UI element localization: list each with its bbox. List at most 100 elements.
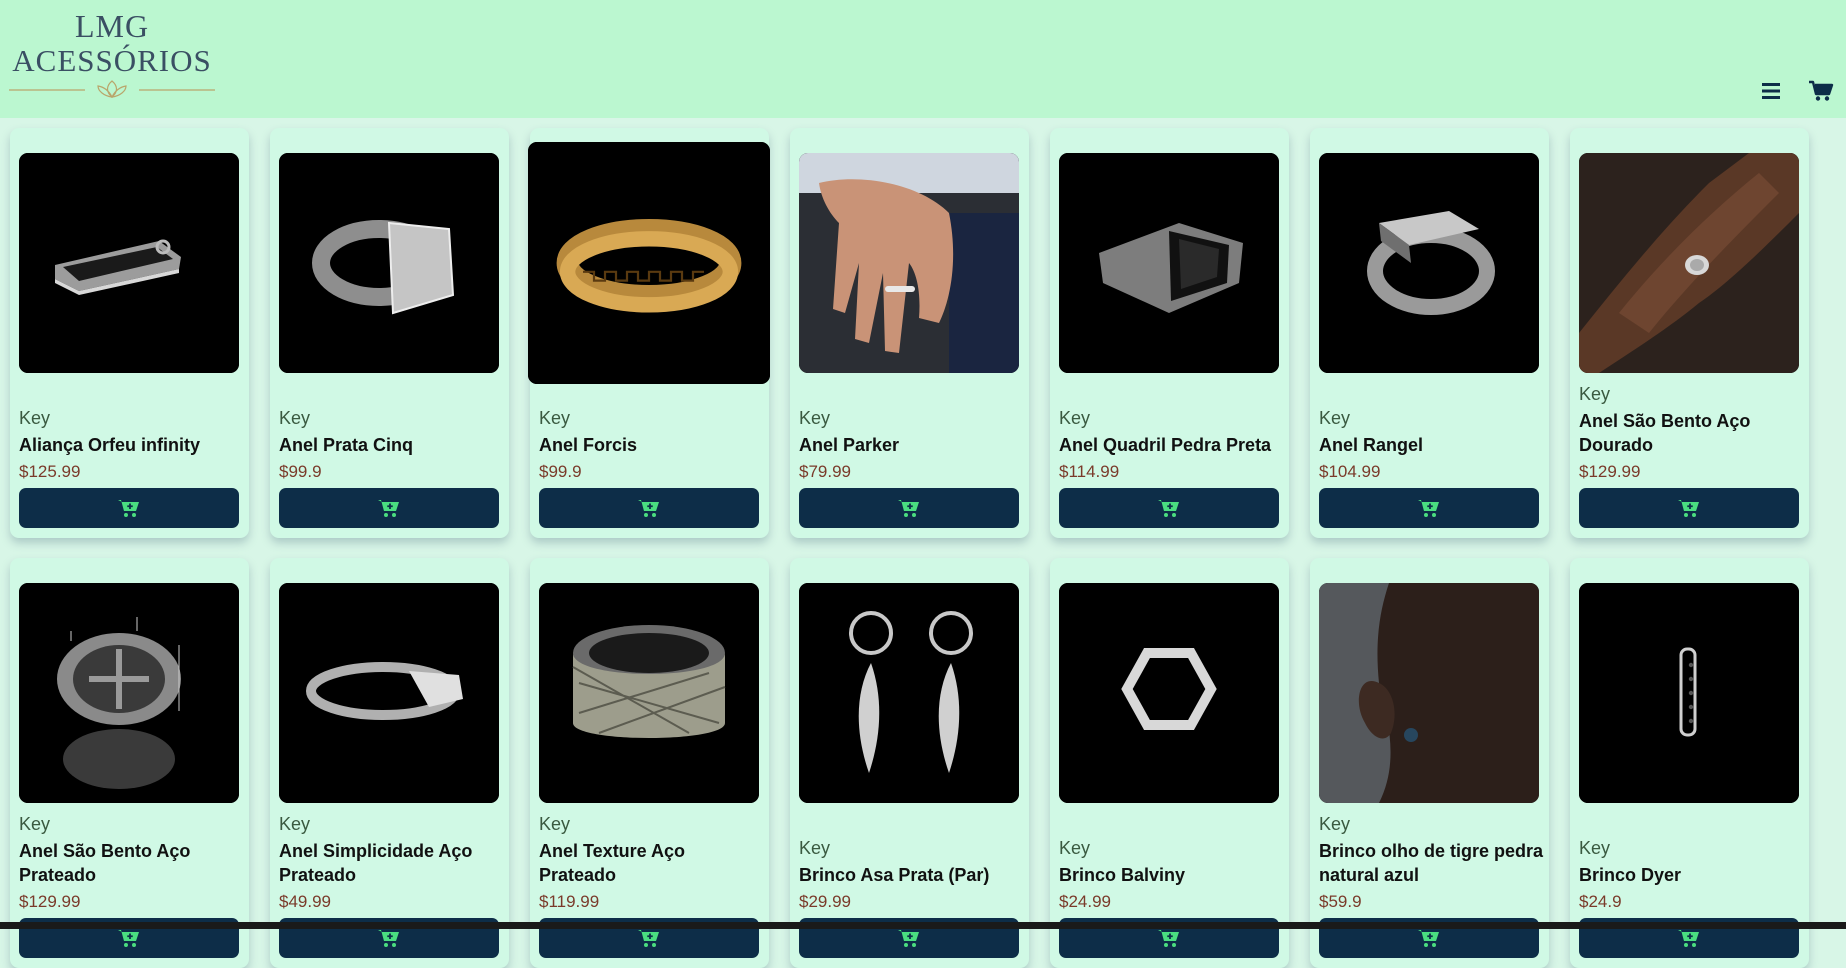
add-to-cart-icon	[638, 930, 659, 947]
product-price: $29.99	[799, 892, 851, 911]
product-price: $99.9	[539, 462, 582, 481]
product-image[interactable]	[1579, 583, 1799, 803]
ring-band-icon	[279, 583, 499, 803]
product-image[interactable]	[528, 142, 770, 384]
product-image[interactable]	[1059, 583, 1279, 803]
product-brand: Key	[799, 408, 831, 428]
add-to-cart-button[interactable]	[279, 488, 499, 528]
product-card[interactable]: Key Anel Parker $79.99	[790, 128, 1029, 538]
hamburger-menu-icon[interactable]	[1760, 81, 1782, 101]
product-image[interactable]	[279, 583, 499, 803]
bottom-edge-bar	[0, 922, 1846, 929]
textured-ring-icon	[539, 583, 759, 803]
product-price: $129.99	[19, 892, 81, 911]
medal-ring-icon	[19, 583, 239, 803]
product-image[interactable]	[19, 583, 239, 803]
product-name[interactable]: Aliança Orfeu infinity	[19, 433, 244, 457]
add-to-cart-icon	[1418, 930, 1439, 947]
product-name[interactable]: Anel Simplicidade Aço Prateado	[279, 839, 504, 887]
add-to-cart-icon	[118, 930, 139, 947]
product-price: $24.99	[1059, 892, 1111, 911]
signet-ring-icon	[1319, 153, 1539, 373]
product-card[interactable]: Key Anel Simplicidade Aço Prateado $49.9…	[270, 558, 509, 968]
product-image[interactable]	[539, 583, 759, 803]
product-price: $99.9	[279, 462, 322, 481]
logo-line2: ACESSÓRIOS	[12, 43, 212, 78]
product-card[interactable]: Key Brinco olho de tigre pedra natural a…	[1310, 558, 1549, 968]
add-to-cart-button[interactable]	[539, 488, 759, 528]
add-to-cart-icon	[378, 500, 399, 517]
product-price: $79.99	[799, 462, 851, 481]
product-name[interactable]: Brinco Balviny	[1059, 863, 1284, 887]
product-name[interactable]: Anel Quadril Pedra Preta	[1059, 433, 1284, 457]
product-card[interactable]: Key Brinco Balviny $24.99	[1050, 558, 1289, 968]
product-name[interactable]: Anel Prata Cinq	[279, 433, 504, 457]
add-to-cart-icon	[1678, 930, 1699, 947]
product-image[interactable]	[799, 153, 1019, 373]
gold-ring-icon	[528, 142, 770, 384]
product-brand: Key	[539, 814, 571, 834]
product-card[interactable]: Key Anel Prata Cinq $99.9	[270, 128, 509, 538]
wing-earrings-icon	[799, 583, 1019, 803]
add-to-cart-icon	[118, 500, 139, 517]
product-brand: Key	[19, 408, 51, 428]
product-price: $119.99	[539, 892, 600, 911]
product-name[interactable]: Anel Parker	[799, 433, 1024, 457]
product-name[interactable]: Anel Texture Aço Prateado	[539, 839, 764, 887]
product-name[interactable]: Brinco Dyer	[1579, 863, 1804, 887]
product-image[interactable]	[1579, 153, 1799, 373]
hand-ring-icon	[1579, 153, 1799, 373]
product-card[interactable]: Key Aliança Orfeu infinity $125.99	[10, 128, 249, 538]
add-to-cart-button[interactable]	[1579, 488, 1799, 528]
lotus-ornament-icon	[9, 80, 215, 98]
product-card[interactable]: Key Anel Rangel $104.99	[1310, 128, 1549, 538]
product-card[interactable]: Key Anel Quadril Pedra Preta $114.99	[1050, 128, 1289, 538]
add-to-cart-button[interactable]	[1059, 488, 1279, 528]
add-to-cart-icon	[1678, 500, 1699, 517]
product-image[interactable]	[1319, 153, 1539, 373]
hexagon-earring-icon	[1059, 583, 1279, 803]
product-brand: Key	[1319, 814, 1351, 834]
product-brand: Key	[19, 814, 51, 834]
add-to-cart-icon	[378, 930, 399, 947]
product-price: $59.9	[1319, 892, 1362, 911]
add-to-cart-button[interactable]	[799, 488, 1019, 528]
product-brand: Key	[1579, 384, 1611, 404]
product-brand: Key	[1059, 408, 1091, 428]
product-name[interactable]: Brinco Asa Prata (Par)	[799, 863, 1024, 887]
product-card[interactable]: Key Brinco Dyer $24.9	[1570, 558, 1809, 968]
product-brand: Key	[1059, 838, 1091, 858]
product-image[interactable]	[279, 153, 499, 373]
site-logo[interactable]: LMG ACESSÓRIOS	[9, 10, 215, 100]
product-price: $104.99	[1319, 462, 1381, 481]
product-brand: Key	[1319, 408, 1351, 428]
product-card[interactable]: Key Anel São Bento Aço Dourado $129.99	[1570, 128, 1809, 538]
stone-ring-icon	[1059, 153, 1279, 373]
product-image[interactable]	[1319, 583, 1539, 803]
product-image[interactable]	[19, 153, 239, 373]
product-card[interactable]: Key Anel Forcis $99.9	[528, 128, 770, 538]
product-grid: Key Aliança Orfeu infinity $125.99 Key A…	[10, 128, 1809, 968]
product-price: $129.99	[1579, 462, 1641, 481]
product-price: $24.9	[1579, 892, 1622, 911]
product-name[interactable]: Anel Forcis	[539, 433, 764, 457]
product-image[interactable]	[1059, 153, 1279, 373]
add-to-cart-button[interactable]	[19, 488, 239, 528]
shopping-cart-icon[interactable]	[1808, 80, 1834, 102]
product-name[interactable]: Anel São Bento Aço Prateado	[19, 839, 244, 887]
product-price: $49.99	[279, 892, 331, 911]
product-name[interactable]: Brinco olho de tigre pedra natural azul	[1319, 839, 1544, 887]
product-brand: Key	[539, 408, 571, 428]
product-name[interactable]: Anel Rangel	[1319, 433, 1544, 457]
add-to-cart-icon	[1158, 500, 1179, 517]
product-image[interactable]	[799, 583, 1019, 803]
add-to-cart-icon	[638, 500, 659, 517]
product-card[interactable]: Key Anel São Bento Aço Prateado $129.99	[10, 558, 249, 968]
add-to-cart-icon	[1158, 930, 1179, 947]
product-brand: Key	[1579, 838, 1611, 858]
product-card[interactable]: Key Anel Texture Aço Prateado $119.99	[530, 558, 769, 968]
product-card[interactable]: Key Brinco Asa Prata (Par) $29.99	[790, 558, 1029, 968]
product-name[interactable]: Anel São Bento Aço Dourado	[1579, 409, 1804, 457]
ear-stud-icon	[1319, 583, 1539, 803]
add-to-cart-button[interactable]	[1319, 488, 1539, 528]
